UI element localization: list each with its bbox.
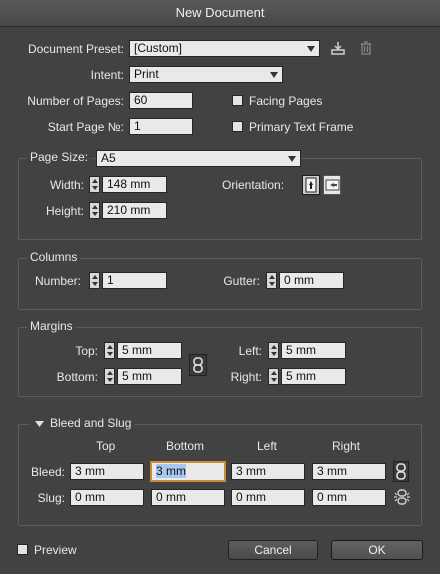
orientation-label: Orientation: [222,178,285,192]
margin-top-label: Top: [75,344,98,358]
slug-bottom-input[interactable]: 0 mm [151,489,225,506]
intent-value: Print [134,67,159,81]
slug-top-input[interactable]: 0 mm [70,489,144,506]
number-of-pages-input[interactable]: 60 [129,92,193,109]
delete-preset-icon[interactable] [358,40,374,56]
margin-bottom-label: Bottom: [56,370,98,384]
height-input[interactable]: 210 mm [102,202,167,219]
margin-top-stepper[interactable] [104,342,115,359]
page-size-value: A5 [101,151,116,165]
chain-link-icon [396,463,406,480]
facing-pages-checkbox[interactable] [232,95,243,106]
intent-label: Intent: [90,68,124,82]
bleed-top-input[interactable]: 3 mm [70,463,144,480]
columns-label: Columns [27,250,81,264]
height-label: Height: [45,204,84,218]
preview-label: Preview [34,543,77,557]
margins-link-button[interactable] [189,354,207,376]
start-page-label: Start Page №: [47,120,124,134]
gutter-label: Gutter: [223,274,260,288]
bleed-label: Bleed: [30,465,65,479]
bleed-bottom-value: 3 mm [156,464,186,478]
bleed-right-input[interactable]: 3 mm [312,463,386,480]
bleed-header-right: Right [332,439,361,453]
primary-text-frame-checkbox[interactable] [232,121,243,132]
margin-bottom-stepper[interactable] [104,368,115,385]
disclosure-triangle-icon [35,421,44,428]
slug-right-input[interactable]: 0 mm [312,489,386,506]
bleed-left-input[interactable]: 3 mm [231,463,305,480]
margin-right-label: Right: [230,370,262,384]
window-title: New Document [0,0,440,27]
chevron-down-icon [270,72,278,78]
landscape-icon [325,179,340,191]
primary-text-frame-label: Primary Text Frame [249,120,354,134]
portrait-icon [305,177,317,193]
margin-bottom-input[interactable]: 5 mm [117,368,182,385]
bleed-slug-label: Bleed and Slug [50,416,132,430]
document-preset-label: Document Preset: [27,42,124,56]
margins-group [18,327,422,397]
start-page-input[interactable]: 1 [129,118,193,135]
new-document-dialog: New Document Document Preset: [Custom] I… [0,0,440,574]
portrait-orientation-button[interactable] [302,175,320,195]
page-size-group [18,158,422,240]
bleed-header-bottom: Bottom [166,439,205,453]
bleed-header-left: Left [257,439,278,453]
margin-top-input[interactable]: 5 mm [117,342,182,359]
cancel-button[interactable]: Cancel [228,540,318,560]
width-stepper[interactable] [89,176,100,193]
page-size-select[interactable]: A5 [96,150,301,167]
bleed-bottom-input[interactable]: 3 mm [151,462,225,481]
document-preset-value: [Custom] [134,41,183,55]
facing-pages-label: Facing Pages [249,94,323,108]
save-preset-icon[interactable] [330,40,346,56]
margin-left-stepper[interactable] [268,342,279,359]
margin-left-input[interactable]: 5 mm [281,342,346,359]
columns-number-stepper[interactable] [89,272,100,289]
landscape-orientation-button[interactable] [323,175,341,195]
slug-left-input[interactable]: 0 mm [231,489,305,506]
ok-button[interactable]: OK [331,540,423,560]
margin-right-stepper[interactable] [268,368,279,385]
columns-number-input[interactable]: 1 [102,272,167,289]
width-label: Width: [49,178,84,192]
columns-number-label: Number: [34,274,81,288]
margin-right-input[interactable]: 5 mm [281,368,346,385]
width-input[interactable]: 148 mm [102,176,167,193]
intent-select[interactable]: Print [129,66,283,83]
margin-left-label: Left: [238,344,262,358]
gutter-input[interactable]: 0 mm [279,272,344,289]
bleed-link-button[interactable] [393,461,409,482]
gutter-stepper[interactable] [266,272,277,289]
chevron-down-icon [288,156,296,162]
page-size-label: Page Size: [27,150,92,164]
margins-label: Margins [27,319,76,333]
document-preset-select[interactable]: [Custom] [129,40,320,57]
bleed-slug-header[interactable]: Bleed and Slug [29,416,135,430]
chevron-down-icon [307,46,315,52]
number-of-pages-label: Number of Pages: [27,94,124,108]
height-stepper[interactable] [89,202,100,219]
chain-link-icon [193,357,203,373]
preview-checkbox[interactable] [17,544,28,555]
slug-link-broken-icon[interactable] [393,488,411,506]
slug-label: Slug: [37,491,65,505]
bleed-header-top: Top [96,439,116,453]
